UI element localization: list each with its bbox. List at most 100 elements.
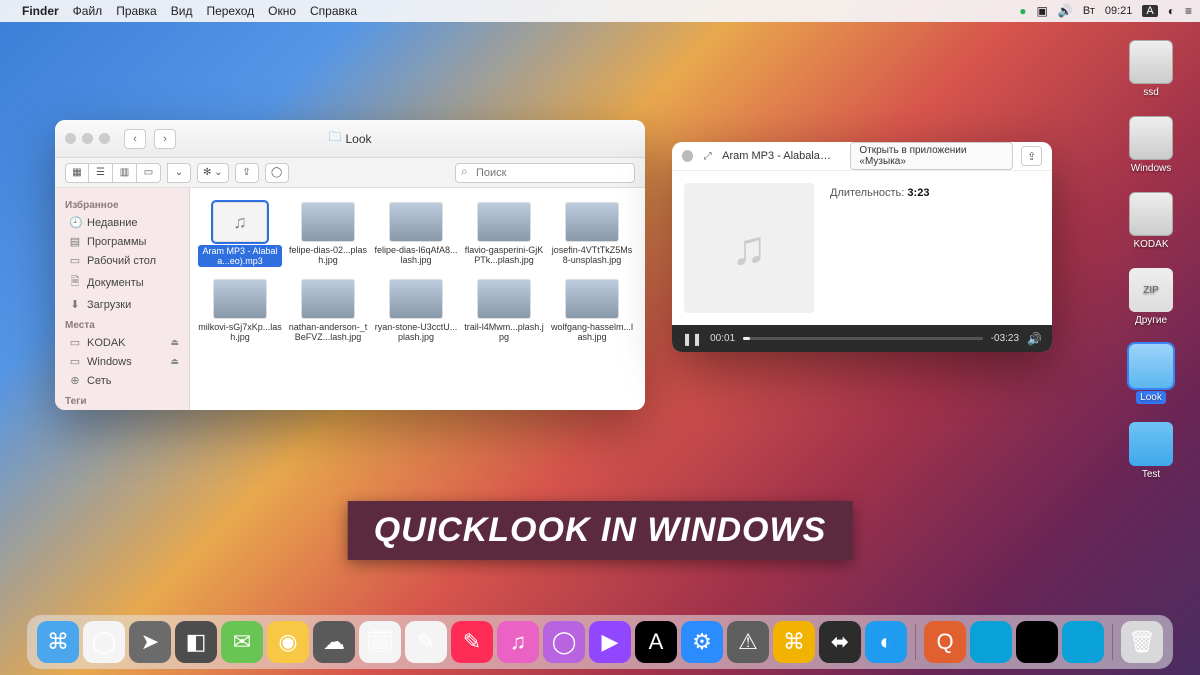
play-pause-button[interactable]: ❚❚ xyxy=(682,332,702,346)
sidebar-item-red[interactable]: Red xyxy=(55,409,189,410)
clock-time[interactable]: 09:21 xyxy=(1105,5,1133,17)
camera-icon[interactable]: ▣ xyxy=(1037,4,1048,18)
volume-icon[interactable]: 🔊 xyxy=(1058,4,1073,18)
quicklook-share-button[interactable]: ⇪ xyxy=(1021,146,1042,166)
menubar-app-name[interactable]: Finder xyxy=(22,4,59,18)
action-menu-button[interactable]: ✻ ⌄ xyxy=(197,163,229,183)
window-minimize-button[interactable] xyxy=(82,133,93,144)
window-title: 🗀 Look xyxy=(328,128,371,150)
dock-app-22[interactable] xyxy=(1062,621,1104,663)
finder-sidebar: Избранное🕘Недавние▤Программы▭Рабочий сто… xyxy=(55,188,190,410)
sidebar-item-label: Рабочий стол xyxy=(87,255,156,267)
eject-icon[interactable]: ⏏ xyxy=(170,356,179,367)
dock-app-14[interactable]: ⚙ xyxy=(681,621,723,663)
help-icon[interactable]: ◐ xyxy=(1168,4,1175,18)
search-input[interactable] xyxy=(455,163,635,183)
file-item[interactable]: flavio-gasperini-GjKPTk...plash.jpg xyxy=(460,198,548,271)
input-source[interactable]: A xyxy=(1142,5,1157,17)
sidebar-item-программы[interactable]: ▤Программы xyxy=(55,232,189,251)
file-item[interactable]: ♫Aram MP3 - Alabala...eo).mp3 xyxy=(196,198,284,271)
window-zoom-button[interactable] xyxy=(99,133,110,144)
dock-app-13[interactable]: A xyxy=(635,621,677,663)
dock-app-20[interactable] xyxy=(970,621,1012,663)
disk-icon xyxy=(1129,192,1173,236)
file-item[interactable]: nathan-anderson-_tBeFVZ...lash.jpg xyxy=(284,275,372,347)
dock-app-19[interactable]: Q xyxy=(924,621,966,663)
sidebar-section-header: Теги xyxy=(55,394,189,409)
dock-app-21[interactable] xyxy=(1016,621,1058,663)
back-button[interactable]: ‹ xyxy=(124,129,146,149)
dock-app-5[interactable]: ◉ xyxy=(267,621,309,663)
sidebar-item-сеть[interactable]: ⊕Сеть xyxy=(55,371,189,390)
desktop-item-другие[interactable]: ZIPДругие xyxy=(1116,268,1186,326)
sidebar-item-kodak[interactable]: ▭KODAK⏏ xyxy=(55,333,189,352)
menu-window[interactable]: Окно xyxy=(268,4,296,18)
file-item[interactable]: wolfgang-hasselm...lash.jpg xyxy=(548,275,636,347)
file-item[interactable]: josefin-4VTtTkZ5Ms8-unsplash.jpg xyxy=(548,198,636,271)
open-in-app-button[interactable]: Открыть в приложении «Музыка» xyxy=(850,142,1013,170)
column-view-button[interactable]: ▥ xyxy=(113,163,137,183)
dock-app-6[interactable]: ☁ xyxy=(313,621,355,663)
dock-app-2[interactable]: ➤ xyxy=(129,621,171,663)
menu-file[interactable]: Файл xyxy=(73,4,103,18)
desktop-item-windows[interactable]: Windows xyxy=(1116,116,1186,174)
dock-app-16[interactable]: ⌘ xyxy=(773,621,815,663)
dock-trash[interactable]: 🗑 xyxy=(1121,621,1163,663)
gallery-view-button[interactable]: ▭ xyxy=(137,163,161,183)
eject-icon[interactable]: ⏏ xyxy=(170,337,179,348)
folder-icon xyxy=(1129,422,1173,466)
status-dot-icon[interactable]: ● xyxy=(1019,4,1026,18)
folder-icon xyxy=(1129,344,1173,388)
quicklook-header[interactable]: ⤢ Aram MP3 - Alabalanic... Открыть в при… xyxy=(672,142,1052,171)
dock-app-15[interactable]: ⚠ xyxy=(727,621,769,663)
seek-slider[interactable] xyxy=(743,337,983,340)
sidebar-item-загрузки[interactable]: ⬇Загрузки xyxy=(55,295,189,314)
dock-app-8[interactable]: ✎ xyxy=(405,621,447,663)
desktop-item-look[interactable]: Look xyxy=(1116,344,1186,404)
sidebar-item-документы[interactable]: 🗎Документы xyxy=(55,270,189,295)
quicklook-close-button[interactable] xyxy=(682,150,693,162)
share-button[interactable]: ⇪ xyxy=(235,163,259,183)
menu-extras-icon[interactable]: ≡ xyxy=(1185,4,1192,18)
menu-edit[interactable]: Правка xyxy=(116,4,157,18)
file-item[interactable]: milkovi-sGj7xKp...lash.jpg xyxy=(196,275,284,347)
menu-view[interactable]: Вид xyxy=(171,4,193,18)
sidebar-item-рабочий стол[interactable]: ▭Рабочий стол xyxy=(55,251,189,270)
dock-app-12[interactable]: ▶ xyxy=(589,621,631,663)
file-item[interactable]: felipe-dias-02...plash.jpg xyxy=(284,198,372,271)
forward-button[interactable]: › xyxy=(154,129,176,149)
menu-help[interactable]: Справка xyxy=(310,4,357,18)
search-field[interactable] xyxy=(455,163,635,183)
list-view-button[interactable]: ☰ xyxy=(89,163,113,183)
file-item[interactable]: trail-l4Mwm...plash.jpg xyxy=(460,275,548,347)
finder-titlebar[interactable]: ‹ › 🗀 Look xyxy=(55,120,645,158)
dock-app-7[interactable]: 🗓 xyxy=(359,621,401,663)
dock-app-1[interactable]: ◯ xyxy=(83,621,125,663)
group-by-button[interactable]: ⌄ xyxy=(167,163,191,183)
dock-app-10[interactable]: ♫ xyxy=(497,621,539,663)
menu-go[interactable]: Переход xyxy=(206,4,254,18)
dock-app-9[interactable]: ✎ xyxy=(451,621,493,663)
volume-icon[interactable]: 🔊 xyxy=(1027,332,1042,346)
clock-day[interactable]: Вт xyxy=(1083,5,1095,17)
dock-app-17[interactable]: ⬌ xyxy=(819,621,861,663)
file-item[interactable]: felipe-dias-l6qAfA8...lash.jpg xyxy=(372,198,460,271)
icon-view-button[interactable]: ▦ xyxy=(65,163,89,183)
dock-app-11[interactable]: ◯ xyxy=(543,621,585,663)
desktop-item-ssd[interactable]: ssd xyxy=(1116,40,1186,98)
file-grid[interactable]: ♫Aram MP3 - Alabala...eo).mp3felipe-dias… xyxy=(190,188,645,410)
quicklook-fullscreen-button[interactable]: ⤢ xyxy=(701,149,714,163)
window-close-button[interactable] xyxy=(65,133,76,144)
desktop-item-test[interactable]: Test xyxy=(1116,422,1186,480)
disk-icon xyxy=(1129,40,1173,84)
desktop-item-kodak[interactable]: KODAK xyxy=(1116,192,1186,250)
file-item[interactable]: ryan-stone-U3cctU...plash.jpg xyxy=(372,275,460,347)
dock-app-4[interactable]: ✉ xyxy=(221,621,263,663)
image-thumbnail xyxy=(477,279,531,319)
dock-app-18[interactable]: ◐ xyxy=(865,621,907,663)
tags-button[interactable]: ◯ xyxy=(265,163,289,183)
sidebar-item-windows[interactable]: ▭Windows⏏ xyxy=(55,352,189,371)
dock-app-0[interactable]: ⌘ xyxy=(37,621,79,663)
sidebar-item-недавние[interactable]: 🕘Недавние xyxy=(55,213,189,232)
dock-app-3[interactable]: ◧ xyxy=(175,621,217,663)
